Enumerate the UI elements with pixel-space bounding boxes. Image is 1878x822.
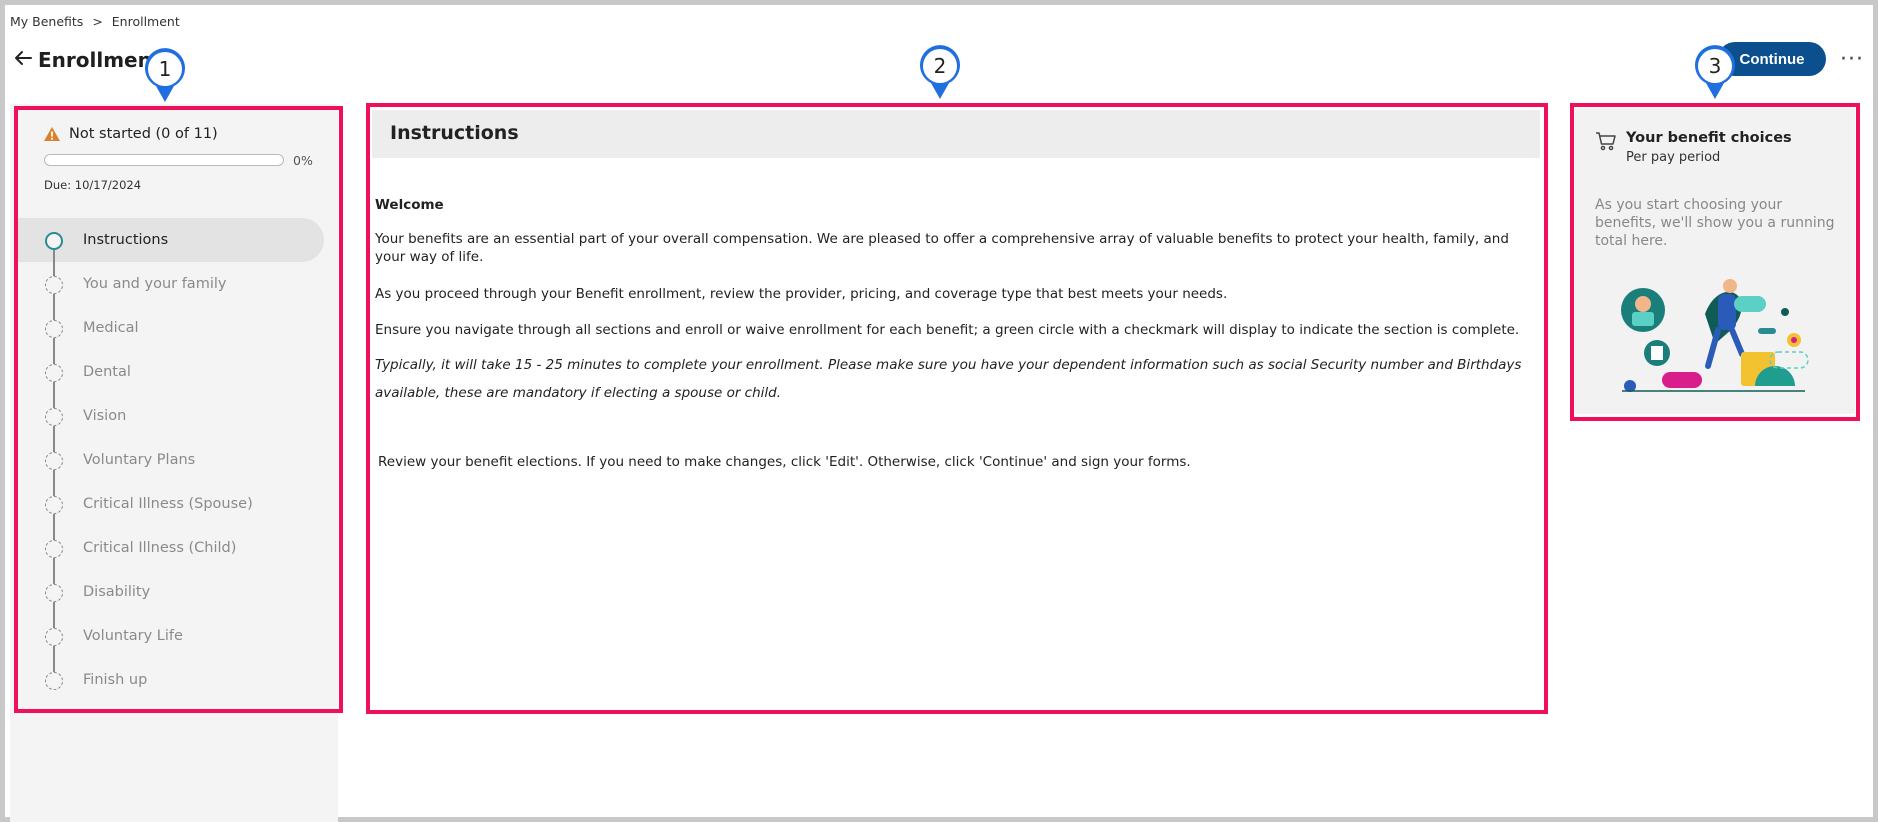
breadcrumb-my-benefits[interactable]: My Benefits [10, 14, 83, 29]
step-not-started-icon [45, 320, 63, 338]
step-connector [53, 250, 55, 276]
step-not-started-icon [45, 452, 63, 470]
breadcrumb-separator: > [92, 14, 103, 29]
step-connector [53, 558, 55, 584]
step-not-started-icon [45, 540, 63, 558]
step-not-started-icon [45, 408, 63, 426]
step-not-started-icon [45, 276, 63, 294]
step-connector [53, 382, 55, 408]
step-not-started-icon [45, 496, 63, 514]
step-not-started-icon [45, 628, 63, 646]
step-not-started-icon [45, 584, 63, 602]
annotation-pin-2: 2 [917, 45, 963, 101]
step-connector [53, 338, 55, 364]
more-options-icon[interactable]: ··· [1838, 46, 1866, 72]
back-arrow-icon[interactable] [12, 47, 34, 69]
annotation-number: 1 [158, 57, 172, 81]
step-connector [53, 514, 55, 540]
step-not-started-icon [45, 364, 63, 382]
annotation-pin-1: 1 [142, 48, 188, 104]
step-connector [53, 470, 55, 496]
breadcrumb: My Benefits > Enrollment [10, 14, 185, 29]
annotation-box-1 [14, 106, 343, 713]
annotation-box-3 [1570, 103, 1860, 421]
step-connector [53, 294, 55, 320]
breadcrumb-enrollment: Enrollment [111, 14, 180, 29]
step-connector [53, 602, 55, 628]
annotation-pin-3: 3 [1692, 45, 1738, 101]
step-current-icon [45, 232, 63, 250]
annotation-number: 3 [1708, 54, 1722, 78]
annotation-box-2 [366, 103, 1548, 714]
annotation-number: 2 [933, 54, 947, 78]
step-not-started-icon [45, 672, 63, 690]
step-connector [53, 646, 55, 672]
step-connector [53, 426, 55, 452]
